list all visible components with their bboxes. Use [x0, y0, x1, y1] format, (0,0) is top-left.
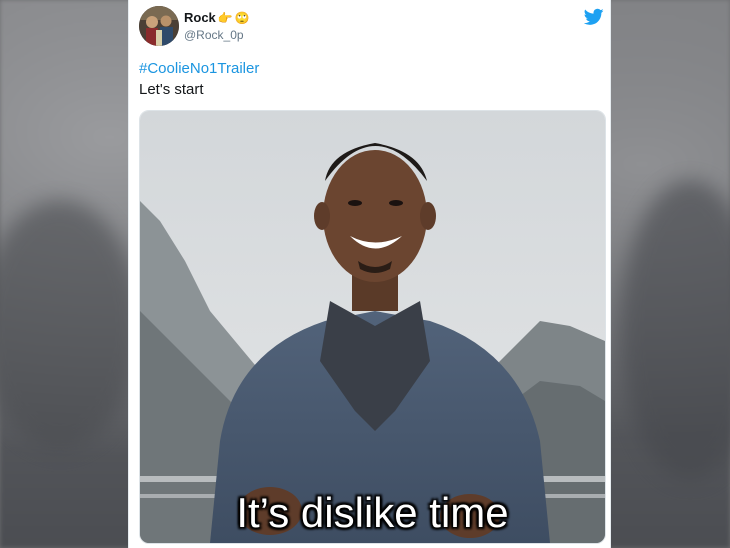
- meme-image: [140, 111, 605, 543]
- hashtag-link[interactable]: #CoolieNo1Trailer: [139, 60, 259, 77]
- tweet-text: Let's start: [139, 81, 204, 98]
- tweet-card: Rock 👉 🙄 @Rock_0p #CoolieNo1Trailer Let'…: [128, 0, 611, 548]
- display-name[interactable]: Rock: [184, 10, 216, 25]
- avatar[interactable]: [139, 6, 179, 46]
- tweet-media[interactable]: It’s dislike time: [139, 110, 606, 544]
- pointing-hand-emoji: 👉: [217, 10, 233, 25]
- eye-roll-emoji: 🙄: [234, 10, 250, 25]
- author-name-row[interactable]: Rock 👉 🙄: [184, 10, 250, 25]
- user-handle[interactable]: @Rock_0p: [184, 28, 244, 42]
- twitter-bird-icon[interactable]: [584, 8, 604, 26]
- meme-caption: It’s dislike time: [236, 489, 509, 536]
